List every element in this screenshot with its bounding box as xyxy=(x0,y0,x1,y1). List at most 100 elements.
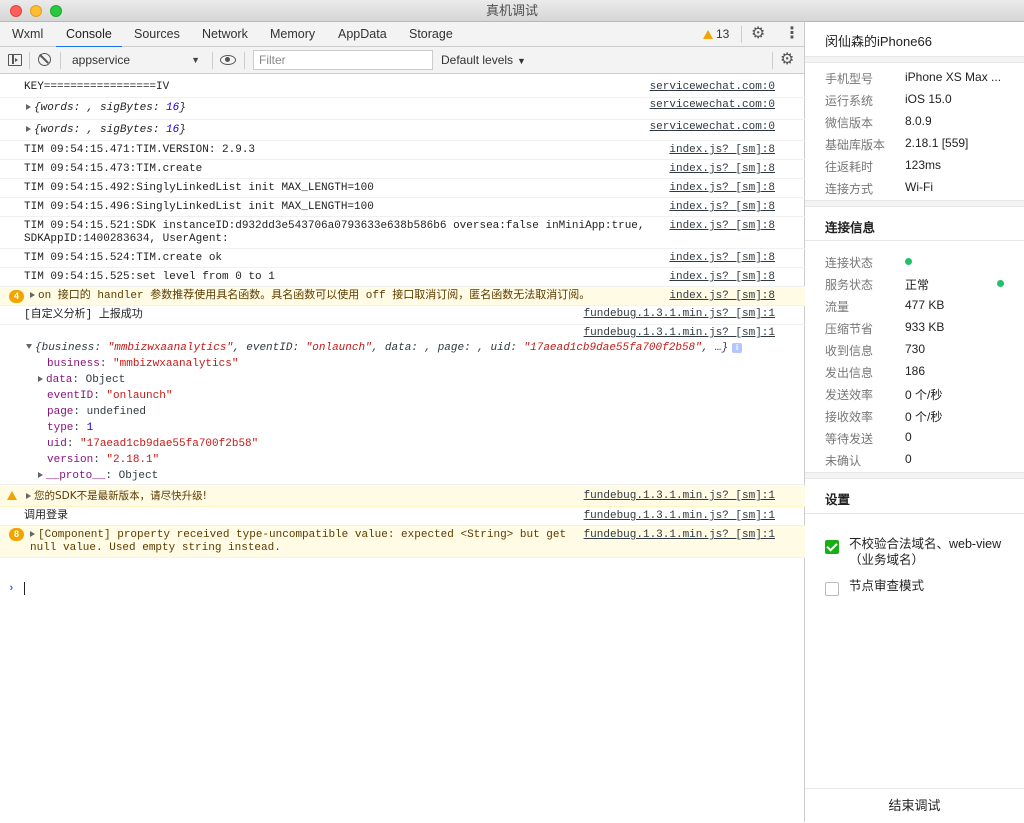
devtools-pane: Wxml Console Sources Network Memory AppD… xyxy=(0,22,805,822)
info-value: 0 个/秒 xyxy=(905,410,943,424)
live-expression-eye-icon[interactable] xyxy=(220,55,236,65)
message-source-link[interactable]: index.js? [sm]:8 xyxy=(669,290,775,303)
devtools-tab-bar: Wxml Console Sources Network Memory AppD… xyxy=(0,22,804,48)
info-value: 正常 xyxy=(905,278,930,292)
message-source-link[interactable]: servicewechat.com:0 xyxy=(650,81,775,94)
tab-network[interactable]: Network xyxy=(200,22,250,47)
message-source-link[interactable]: index.js? [sm]:8 xyxy=(669,252,775,265)
console-message[interactable]: {words: , sigBytes: 16} servicewechat.co… xyxy=(0,120,805,141)
section-divider xyxy=(805,200,1024,207)
expand-arrow-icon[interactable] xyxy=(30,292,35,298)
tab-console[interactable]: Console xyxy=(56,22,122,48)
more-options-icon[interactable]: ⋮ xyxy=(784,26,800,42)
expand-arrow-icon[interactable] xyxy=(26,104,31,110)
context-select[interactable]: appservice ▼ xyxy=(66,50,206,70)
expand-arrow-icon[interactable] xyxy=(38,376,43,382)
info-label: 连接状态 xyxy=(825,256,874,270)
message-source-link[interactable]: index.js? [sm]:8 xyxy=(669,163,775,176)
console-object-message: fundebug.1.3.1.min.js? [sm]:1 {business:… xyxy=(0,325,805,485)
console-settings-gear-icon[interactable]: ⚙ xyxy=(780,52,794,68)
message-text-end: } xyxy=(179,124,186,136)
settings-gear-icon[interactable]: ⚙ xyxy=(751,26,765,42)
info-value: 0 个/秒 xyxy=(905,388,943,402)
console-output: KEY=================IV servicewechat.com… xyxy=(0,75,805,822)
message-source-link[interactable]: fundebug.1.3.1.min.js? [sm]:1 xyxy=(584,490,775,503)
info-label: 发送效率 xyxy=(825,388,874,402)
message-source-link[interactable]: fundebug.1.3.1.min.js? [sm]:1 xyxy=(584,308,775,321)
console-message: TIM 09:54:15.471:TIM.VERSION: 2.9.3 inde… xyxy=(0,141,805,160)
chevron-down-icon: ▼ xyxy=(191,55,200,65)
message-number: 16 xyxy=(166,102,180,114)
message-source-link[interactable]: index.js? [sm]:8 xyxy=(669,182,775,195)
info-label: 往返耗时 xyxy=(825,160,874,174)
info-label: 连接方式 xyxy=(825,182,874,196)
divider xyxy=(244,52,245,69)
message-source-link[interactable]: servicewechat.com:0 xyxy=(650,99,775,112)
object-property: type: 1 xyxy=(47,422,94,434)
info-value: iOS 15.0 xyxy=(905,92,952,106)
info-label: 等待发送 xyxy=(825,432,874,446)
message-source-link[interactable]: index.js? [sm]:8 xyxy=(669,271,775,284)
section-divider xyxy=(805,56,1024,63)
close-window-button[interactable] xyxy=(10,5,22,17)
tab-wxml[interactable]: Wxml xyxy=(10,22,45,47)
message-source-link[interactable]: index.js? [sm]:8 xyxy=(669,201,775,214)
info-icon[interactable]: i xyxy=(732,343,743,353)
skip-domain-check-checkbox[interactable] xyxy=(825,540,839,554)
message-source-link[interactable]: fundebug.1.3.1.min.js? [sm]:1 xyxy=(584,529,775,542)
warning-count: 13 xyxy=(716,27,730,41)
object-summary[interactable]: {business: "mmbizwxaanalytics", eventID:… xyxy=(26,342,743,355)
console-input-cursor[interactable] xyxy=(24,582,25,595)
console-warning-message[interactable]: 您的SDK不是最新版本，请尽快升级! fundebug.1.3.1.min.js… xyxy=(0,486,805,507)
expand-arrow-icon[interactable] xyxy=(30,531,35,537)
expand-arrow-icon[interactable] xyxy=(38,472,43,478)
repeat-count-badge: 8 xyxy=(9,528,24,541)
devtools-window: 真机调试 Wxml Console Sources Network Memory… xyxy=(0,0,1024,822)
skip-domain-check-label[interactable]: 不校验合法域名、web-view（业务域名） xyxy=(849,536,1009,568)
divider xyxy=(741,26,742,43)
console-message[interactable]: {words: , sigBytes: 16} servicewechat.co… xyxy=(0,98,805,120)
console-message: [自定义分析] 上报成功 fundebug.1.3.1.min.js? [sm]… xyxy=(0,306,805,325)
expand-arrow-icon[interactable] xyxy=(26,126,31,132)
console-warning-message[interactable]: 8 [Component] property received type-unc… xyxy=(0,526,805,558)
end-debug-button[interactable]: 结束调试 xyxy=(805,788,1024,822)
message-source-link[interactable]: servicewechat.com:0 xyxy=(650,121,775,134)
info-value: 933 KB xyxy=(905,320,945,334)
tab-memory[interactable]: Memory xyxy=(268,22,317,47)
node-inspect-checkbox[interactable] xyxy=(825,582,839,596)
message-source-link[interactable]: fundebug.1.3.1.min.js? [sm]:1 xyxy=(584,327,775,340)
sidebar-toggle-icon[interactable] xyxy=(8,54,22,66)
message-text: {words: , sigBytes: xyxy=(34,102,167,114)
console-warning-message[interactable]: 4 on 接口的 handler 参数推荐使用具名函数。具名函数可以使用 off… xyxy=(0,287,805,306)
object-property: eventID: "onlaunch" xyxy=(47,390,173,402)
filter-input[interactable] xyxy=(253,50,433,70)
minimize-window-button[interactable] xyxy=(30,5,42,17)
info-value: 186 xyxy=(905,364,926,378)
clear-console-icon[interactable] xyxy=(38,53,51,66)
maximize-window-button[interactable] xyxy=(50,5,62,17)
divider xyxy=(772,52,773,69)
expand-arrow-icon[interactable] xyxy=(26,493,31,499)
object-property[interactable]: __proto__: Object xyxy=(38,470,158,483)
tab-appdata[interactable]: AppData xyxy=(336,22,389,47)
log-levels-dropdown[interactable]: Default levels ▼ xyxy=(441,47,526,75)
console-message: 调用登录 fundebug.1.3.1.min.js? [sm]:1 xyxy=(0,507,805,526)
tab-sources[interactable]: Sources xyxy=(132,22,182,47)
message-number: 16 xyxy=(166,124,180,136)
message-source-link[interactable]: index.js? [sm]:8 xyxy=(669,220,775,233)
section-divider xyxy=(805,513,1024,514)
tab-storage[interactable]: Storage xyxy=(407,22,455,47)
object-property[interactable]: data: Object xyxy=(38,374,125,387)
message-source-link[interactable]: index.js? [sm]:8 xyxy=(669,144,775,157)
info-label: 基础库版本 xyxy=(825,138,886,152)
collapse-arrow-icon[interactable] xyxy=(26,344,32,349)
info-label: 流量 xyxy=(825,300,850,314)
message-source-link[interactable]: fundebug.1.3.1.min.js? [sm]:1 xyxy=(584,510,775,523)
connection-status-dot-icon xyxy=(905,258,912,265)
node-inspect-label[interactable]: 节点审查模式 xyxy=(849,578,1009,594)
message-text: TIM 09:54:15.525:set level from 0 to 1 xyxy=(24,271,275,283)
message-text: 您的SDK不是最新版本，请尽快升级! xyxy=(34,490,207,502)
warning-counter[interactable]: 13 xyxy=(703,22,729,47)
message-text-end: } xyxy=(179,102,186,114)
message-text: KEY=================IV xyxy=(24,81,170,93)
